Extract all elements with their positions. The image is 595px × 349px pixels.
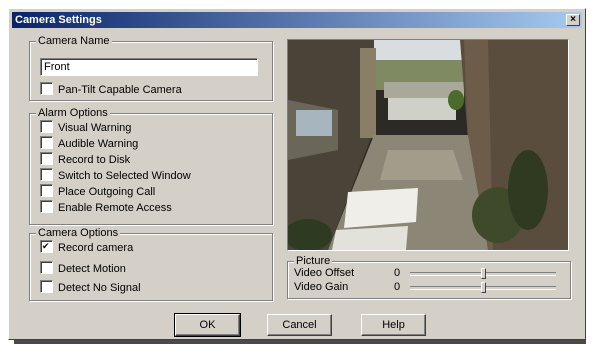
camera-preview-image <box>284 40 568 251</box>
video-offset-value: 0 <box>394 267 401 279</box>
video-offset-label: Video Offset <box>294 267 355 279</box>
camera-name-group: Camera Name Front Pan-Tilt Capable Camer… <box>29 34 273 101</box>
camera-name-legend: Camera Name <box>36 34 112 48</box>
video-gain-thumb[interactable] <box>481 282 486 293</box>
close-button[interactable]: × <box>566 14 580 26</box>
checkbox-label: Visual Warning <box>58 122 132 134</box>
switch-window-checkbox[interactable]: Switch to Selected Window <box>40 168 191 182</box>
detect-motion-checkbox[interactable]: Detect Motion <box>40 261 126 275</box>
checkbox-box[interactable] <box>40 120 53 133</box>
checkbox-label: Place Outgoing Call <box>58 186 156 198</box>
video-gain-label: Video Gain <box>294 281 349 293</box>
video-offset-thumb[interactable] <box>481 268 486 279</box>
checkbox-box[interactable] <box>40 136 53 149</box>
pantilt-label: Pan-Tilt Capable Camera <box>58 84 182 96</box>
checkbox-label: Detect No Signal <box>58 282 141 294</box>
ok-button[interactable]: OK <box>174 313 241 337</box>
record-camera-checkbox[interactable]: Record camera <box>40 240 133 254</box>
record-to-disk-checkbox[interactable]: Record to Disk <box>40 152 130 166</box>
checkbox-box[interactable] <box>40 168 53 181</box>
checkbox-box[interactable] <box>40 261 53 274</box>
video-offset-track[interactable] <box>410 268 556 279</box>
video-offset-row: Video Offset 0 <box>294 266 564 280</box>
camera-name-input[interactable]: Front <box>40 58 258 76</box>
checkbox-label: Record to Disk <box>58 154 131 166</box>
audible-warning-checkbox[interactable]: Audible Warning <box>40 136 138 150</box>
title-bar[interactable]: Camera Settings × <box>12 12 582 28</box>
help-button[interactable]: Help <box>361 314 426 336</box>
cancel-button[interactable]: Cancel <box>267 314 332 336</box>
camera-preview <box>284 39 569 251</box>
checkbox-label: Audible Warning <box>58 138 139 150</box>
checkbox-box[interactable] <box>40 152 53 165</box>
alarm-options-group: Alarm Options Visual Warning Audible War… <box>29 106 273 225</box>
detect-no-signal-checkbox[interactable]: Detect No Signal <box>40 280 141 294</box>
checkbox-label: Detect Motion <box>58 263 126 275</box>
checkbox-label: Record camera <box>58 242 134 254</box>
pantilt-checkbox[interactable]: Pan-Tilt Capable Camera <box>40 82 182 96</box>
checkbox-box[interactable] <box>40 200 53 213</box>
pantilt-checkbox-box[interactable] <box>40 82 53 95</box>
checkbox-box[interactable] <box>40 240 53 253</box>
picture-group: Picture Video Offset 0 Video Gain 0 <box>287 254 571 299</box>
camera-options-group: Camera Options Record camera Detect Moti… <box>29 226 273 301</box>
checkbox-box[interactable] <box>40 280 53 293</box>
visual-warning-checkbox[interactable]: Visual Warning <box>40 120 131 134</box>
alarm-options-legend: Alarm Options <box>36 106 110 120</box>
outgoing-call-checkbox[interactable]: Place Outgoing Call <box>40 184 155 198</box>
video-gain-value: 0 <box>394 281 401 293</box>
checkbox-box[interactable] <box>40 184 53 197</box>
camera-options-legend: Camera Options <box>36 226 121 240</box>
checkbox-label: Switch to Selected Window <box>58 170 191 182</box>
checkbox-label: Enable Remote Access <box>58 202 172 214</box>
video-gain-row: Video Gain 0 <box>294 280 564 294</box>
window-title: Camera Settings <box>15 14 102 26</box>
remote-access-checkbox[interactable]: Enable Remote Access <box>40 200 172 214</box>
video-gain-track[interactable] <box>410 282 556 293</box>
camera-settings-dialog: Camera Settings × Camera Name Front Pan-… <box>8 8 586 340</box>
